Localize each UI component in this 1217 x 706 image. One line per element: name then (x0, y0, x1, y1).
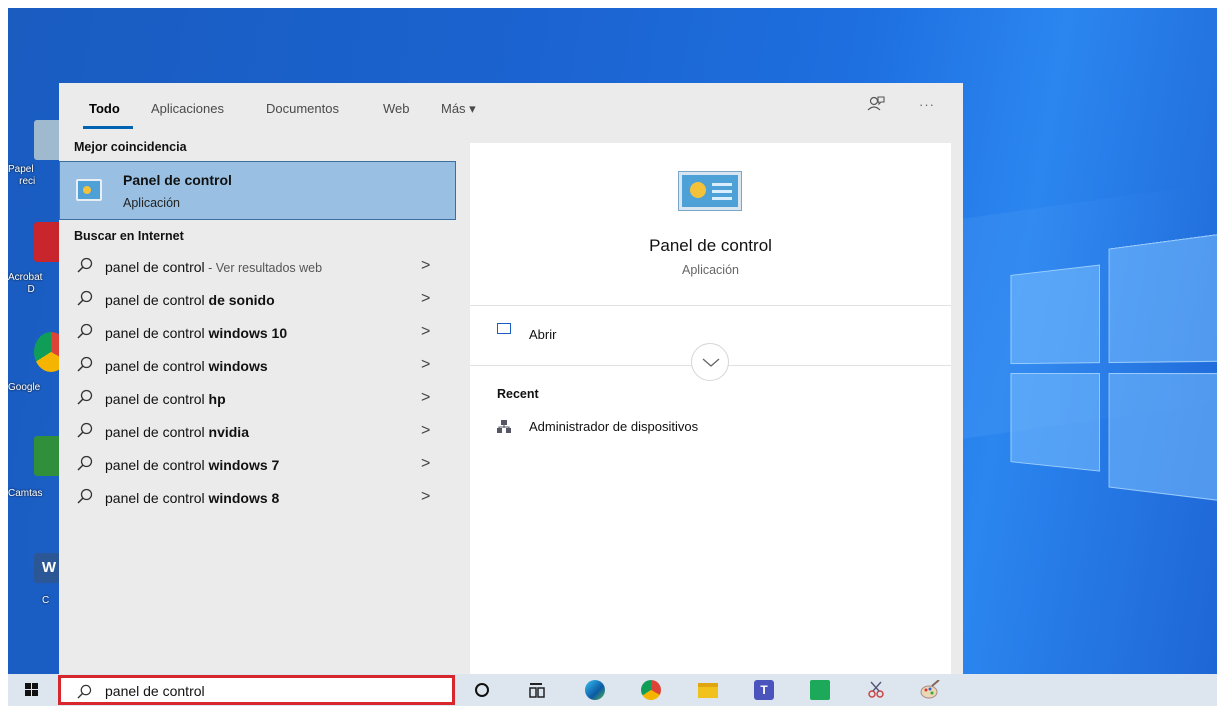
web-result-label: panel de control - Ver resultados web (105, 259, 323, 275)
app-green-icon[interactable] (810, 680, 830, 700)
web-result-item[interactable]: panel de control de sonido > (59, 283, 456, 316)
task-view-icon[interactable] (527, 680, 547, 700)
windows-start-icon[interactable] (25, 683, 39, 697)
chevron-right-icon: > (421, 290, 431, 307)
paint-icon[interactable] (920, 680, 940, 700)
web-result-item[interactable]: panel de control windows 10 > (59, 316, 456, 349)
file-explorer-icon[interactable] (698, 683, 718, 698)
tab-web[interactable]: Web (383, 101, 410, 116)
cortana-icon[interactable] (472, 680, 492, 700)
search-icon (77, 290, 93, 306)
chrome-icon[interactable] (641, 680, 661, 700)
feedback-icon[interactable] (867, 95, 885, 118)
web-result-item[interactable]: panel de control hp > (59, 382, 456, 415)
best-match-header: Mejor coincidencia (74, 140, 187, 154)
web-result-label: panel de control nvidia (105, 424, 249, 440)
chevron-down-icon (702, 358, 720, 367)
web-result-label: panel de control windows 8 (105, 490, 280, 506)
best-match-item[interactable]: Panel de control Aplicación (59, 161, 456, 220)
web-result-label: panel de control de sonido (105, 292, 275, 308)
web-result-item[interactable]: panel de control nvidia > (59, 415, 456, 448)
tab-todo[interactable]: Todo (89, 101, 120, 116)
web-result-item[interactable]: panel de control windows > (59, 349, 456, 382)
tab-mas[interactable]: Más ▾ (441, 101, 476, 117)
open-label: Abrir (529, 327, 557, 342)
preview-subtitle: Aplicación (682, 263, 739, 277)
chevron-right-icon: > (421, 422, 431, 439)
search-icon (77, 422, 93, 438)
search-icon (77, 488, 93, 504)
search-icon (77, 684, 92, 699)
web-result-label: panel de control hp (105, 391, 226, 407)
chevron-right-icon: > (421, 323, 431, 340)
chevron-right-icon: > (421, 389, 431, 406)
results-list: Mejor coincidencia Panel de control Apli… (59, 133, 456, 674)
search-icon (77, 323, 93, 339)
web-result-item[interactable]: panel de control windows 7 > (59, 448, 456, 481)
web-result-item[interactable]: panel de control - Ver resultados web > (59, 250, 456, 283)
tab-aplicaciones[interactable]: Aplicaciones (151, 101, 224, 116)
wallpaper-windows-logo (1010, 230, 1217, 516)
chevron-right-icon: > (421, 455, 431, 472)
teams-icon[interactable]: T (754, 680, 774, 700)
preview-pane: Panel de control Aplicación Abrir Recent… (470, 143, 951, 674)
web-result-label: panel de control windows 7 (105, 457, 280, 473)
taskbar: T (8, 674, 1217, 706)
preview-title: Panel de control (649, 236, 772, 255)
expand-button[interactable] (691, 343, 729, 381)
web-search-header: Buscar en Internet (74, 229, 184, 243)
recent-item-label: Administrador de dispositivos (529, 419, 699, 434)
search-panel: Todo Aplicaciones Documentos Web Más ▾ ·… (59, 83, 963, 674)
search-input[interactable] (105, 681, 445, 701)
search-icon (77, 257, 93, 273)
search-icon (77, 389, 93, 405)
web-result-label: panel de control windows 10 (105, 325, 288, 341)
recent-header: Recent (497, 387, 539, 401)
active-tab-indicator (83, 126, 133, 129)
open-icon (497, 323, 511, 334)
best-match-title: Panel de control (123, 172, 232, 188)
web-result-label: panel de control windows (105, 358, 268, 374)
best-match-subtitle: Aplicación (123, 196, 180, 210)
web-result-item[interactable]: panel de control windows 8 > (59, 481, 456, 514)
control-panel-icon (76, 179, 102, 201)
divider (470, 305, 951, 306)
search-tabs: Todo Aplicaciones Documentos Web Más ▾ ·… (59, 83, 963, 133)
taskbar-search-box[interactable] (58, 675, 455, 705)
chevron-right-icon: > (421, 257, 431, 274)
edge-icon[interactable] (585, 680, 605, 700)
chevron-right-icon: > (421, 488, 431, 505)
more-options-icon[interactable]: ··· (919, 97, 935, 112)
control-panel-large-icon (679, 172, 741, 210)
search-icon (77, 356, 93, 372)
tab-documentos[interactable]: Documentos (266, 101, 339, 116)
chevron-right-icon: > (421, 356, 431, 373)
search-icon (77, 455, 93, 471)
snipping-tool-icon[interactable] (866, 680, 886, 700)
device-manager-icon (497, 420, 511, 433)
